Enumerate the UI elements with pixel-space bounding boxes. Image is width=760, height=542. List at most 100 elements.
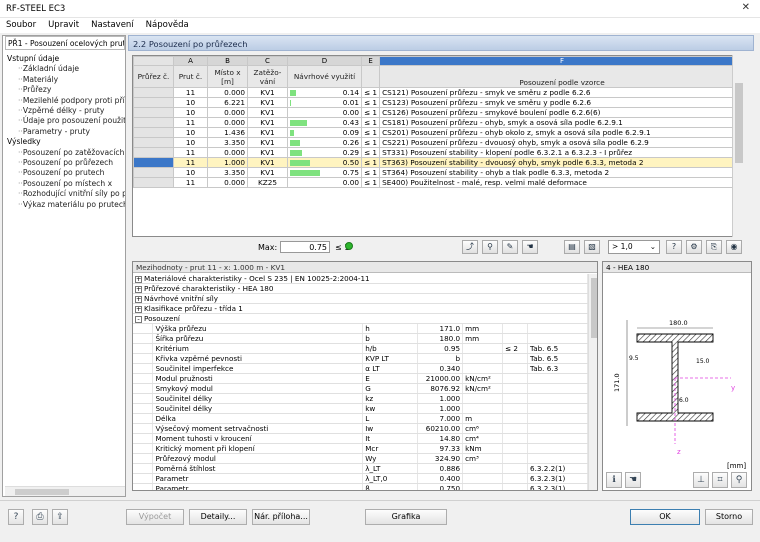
graphics-button[interactable]: Grafika xyxy=(365,509,447,525)
detail-unit: mm xyxy=(463,334,503,344)
expand-icon[interactable]: - xyxy=(135,316,142,323)
table-row[interactable]: 110.000KZ250.00≤ 1SE400) Použitelnost - … xyxy=(134,178,745,188)
export-icon[interactable]: ⇪ xyxy=(52,509,68,525)
close-icon[interactable]: ✕ xyxy=(742,2,750,13)
table-row[interactable]: 111.000KV10.50≤ 1ST363) Posouzení stabil… xyxy=(134,158,745,168)
axes-icon[interactable]: ⌗ xyxy=(712,472,728,488)
detail-row: Součinitel délkykw1.000 xyxy=(133,404,588,414)
cell-load: KV1 xyxy=(248,138,288,148)
tree-item[interactable]: Vstupní údaje xyxy=(5,54,125,64)
show-result-icon[interactable]: ⤴ xyxy=(462,240,478,254)
cell-prut: 11 xyxy=(174,158,208,168)
detail-ref: Tab. 6.5 xyxy=(528,344,588,354)
details-scrollbar[interactable] xyxy=(588,274,598,491)
menu-item[interactable]: Nápověda xyxy=(140,18,195,30)
national-annex-button[interactable]: Nár. příloha... xyxy=(252,509,310,525)
cell-prut: 10 xyxy=(174,98,208,108)
menu-item[interactable]: Upravit xyxy=(42,18,85,30)
table-row[interactable]: 103.350KV10.75≤ 1ST364) Posouzení stabil… xyxy=(134,168,745,178)
table-row[interactable]: 106.221KV10.01≤ 1CS123) Posouzení průřez… xyxy=(134,98,745,108)
details-button[interactable]: Detaily... xyxy=(189,509,247,525)
table-row[interactable]: 100.000KV10.00≤ 1CS126) Posouzení průřez… xyxy=(134,108,745,118)
window-title: RF-STEEL EC3 xyxy=(6,4,65,14)
table-row[interactable]: 101.436KV10.09≤ 1CS201) Posouzení průřez… xyxy=(134,128,745,138)
tree-item[interactable]: ··Materiály xyxy=(5,75,125,85)
detail-compare xyxy=(503,474,528,484)
section-row[interactable]: +Návrhové vnitřní síly xyxy=(133,294,588,304)
filter-member-icon[interactable]: ⚲ xyxy=(482,240,498,254)
cell-le: ≤ 1 xyxy=(362,158,380,168)
tree-item[interactable]: ··Posouzení po prutech xyxy=(5,168,125,178)
info-icon[interactable]: ℹ xyxy=(606,472,622,488)
section-row[interactable]: +Průřezové charakteristiky - HEA 180 xyxy=(133,284,588,294)
menu-item[interactable]: Soubor xyxy=(0,18,42,30)
calculate-button[interactable]: Výpočet xyxy=(126,509,184,525)
detail-row: Parametrλ_LT,00.4006.3.2.3(1) xyxy=(133,474,588,484)
section-row[interactable]: +Materiálové charakteristiky - Ocel S 23… xyxy=(133,274,588,284)
detail-symbol: G xyxy=(363,384,418,394)
color-scale-icon[interactable]: ▤ xyxy=(564,240,580,254)
tree-item[interactable]: ··Parametry - pruty xyxy=(5,127,125,137)
settings-icon[interactable]: ⚙ xyxy=(686,240,702,254)
print-icon[interactable]: ⎙ xyxy=(32,509,48,525)
dimension-icon[interactable]: ⊥ xyxy=(693,472,709,488)
tree-item[interactable]: ··Průřezy xyxy=(5,85,125,95)
expand-icon[interactable]: + xyxy=(135,276,142,283)
tree-item[interactable]: ··Vzpěrné délky - pruty xyxy=(5,106,125,116)
menu-item[interactable]: Nastavení xyxy=(85,18,140,30)
tree-item[interactable]: ··Rozhodující vnitřní síly po prute xyxy=(5,189,125,199)
table-scrollbar[interactable] xyxy=(732,55,744,237)
detail-row: Křivka vzpěrné pevnostiKVP LTbTab. 6.5 xyxy=(133,354,588,364)
detail-row: Smykový modulG8076.92kN/cm² xyxy=(133,384,588,394)
tree-item[interactable]: ··Posouzení po místech x xyxy=(5,179,125,189)
ok-status-icon xyxy=(345,242,353,250)
expand-icon[interactable]: + xyxy=(135,306,142,313)
edit-section-icon[interactable]: ✎ xyxy=(502,240,518,254)
table-row[interactable]: 110.000KV10.29≤ 1ST331) Posouzení stabil… xyxy=(134,148,745,158)
tree-item[interactable]: ··Posouzení po zatěžovacích sta xyxy=(5,148,125,158)
relation-icon[interactable]: ▧ xyxy=(584,240,600,254)
table-row[interactable]: 110.000KV10.43≤ 1CS181) Posouzení průřez… xyxy=(134,118,745,128)
tree-item[interactable]: Výsledky xyxy=(5,137,125,147)
detail-compare xyxy=(503,424,528,434)
ok-button[interactable]: OK xyxy=(630,509,700,525)
filter-dropdown[interactable]: > 1,0 ⌄ xyxy=(608,240,660,254)
hand-select-icon[interactable]: ☚ xyxy=(522,240,538,254)
detail-ref: Tab. 6.3 xyxy=(528,364,588,374)
cancel-button[interactable]: Storno xyxy=(705,509,753,525)
tree-item[interactable]: ··Posouzení po průřezech xyxy=(5,158,125,168)
table-row[interactable]: 110.000KV10.14≤ 1CS121) Posouzení průřez… xyxy=(134,88,745,98)
cell-prut: 11 xyxy=(174,88,208,98)
cell-prut: 10 xyxy=(174,108,208,118)
table-row[interactable]: 103.350KV10.26≤ 1CS221) Posouzení průřez… xyxy=(134,138,745,148)
cell-util: 0.14 xyxy=(288,88,362,98)
section-row[interactable]: +Klasifikace průřezu - třída 1 xyxy=(133,304,588,314)
chevron-down-icon: ⌄ xyxy=(650,242,656,251)
detail-value: 8076.92 xyxy=(418,384,463,394)
detail-symbol: L xyxy=(363,414,418,424)
detail-unit: cm⁶ xyxy=(463,424,503,434)
tree-item[interactable]: ··Mezilehlé podpory proti příčném xyxy=(5,96,125,106)
detail-name: Křivka vzpěrné pevnosti xyxy=(153,354,363,364)
detail-symbol: Iw xyxy=(363,424,418,434)
tree-item[interactable]: ··Základní údaje xyxy=(5,64,125,74)
view-icon[interactable]: ◉ xyxy=(726,240,742,254)
cell-desc: CS221) Posouzení průřezu - dvouosý ohyb,… xyxy=(380,138,744,148)
tree-item[interactable]: ··Údaje pro posouzení použitelno xyxy=(5,116,125,126)
expand-icon[interactable]: + xyxy=(135,286,142,293)
detail-symbol: It xyxy=(363,434,418,444)
zoom-icon[interactable]: ⚲ xyxy=(731,472,747,488)
help-icon[interactable]: ? xyxy=(666,240,682,254)
section-row[interactable]: -Posouzení xyxy=(133,314,588,324)
detail-value: 324.90 xyxy=(418,454,463,464)
cell-x: 3.350 xyxy=(208,138,248,148)
case-select[interactable]: PŘ1 - Posouzení ocelových prut ⌄ xyxy=(5,36,125,50)
tree-scrollbar[interactable] xyxy=(5,486,125,496)
detail-value: 1.000 xyxy=(418,394,463,404)
hand-icon[interactable]: ☚ xyxy=(625,472,641,488)
tree-item[interactable]: ··Výkaz materiálu po prutech xyxy=(5,200,125,210)
excel-export-icon[interactable]: ⎘ xyxy=(706,240,722,254)
expand-icon[interactable]: + xyxy=(135,296,142,303)
detail-symbol: β xyxy=(363,484,418,492)
help-icon[interactable]: ? xyxy=(8,509,24,525)
